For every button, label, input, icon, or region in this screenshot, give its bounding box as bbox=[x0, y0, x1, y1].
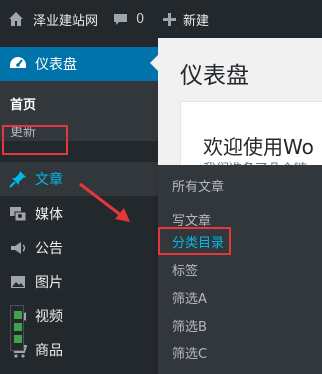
current-menu-arrow bbox=[150, 55, 158, 71]
flyout-item-filter-a[interactable]: 筛选A bbox=[172, 288, 207, 307]
plus-icon bbox=[163, 12, 176, 26]
comment-icon bbox=[114, 13, 127, 25]
site-name-link[interactable]: 泽业建站网 bbox=[8, 0, 98, 38]
comments-link[interactable]: 0 bbox=[113, 0, 144, 38]
sidebar-item-images[interactable]: 图片 bbox=[0, 265, 158, 299]
submenu-pointer bbox=[150, 170, 158, 186]
flyout-item-filter-c[interactable]: 筛选C bbox=[172, 343, 207, 362]
annotation-box-posts bbox=[2, 125, 68, 155]
annotation-box-categories bbox=[158, 227, 231, 255]
posts-flyout-menu: 所有文章 写文章 分类目录 标签 筛选A 筛选B 筛选C bbox=[158, 165, 322, 374]
pin-icon bbox=[8, 169, 28, 189]
new-content-link[interactable]: 新建 bbox=[163, 0, 209, 38]
admin-bar: 泽业建站网 0 新建 bbox=[0, 0, 322, 38]
new-label: 新建 bbox=[183, 13, 210, 29]
sidebar-item-dashboard[interactable]: 仪表盘 bbox=[0, 47, 158, 81]
sidebar-item-label: 商品 bbox=[35, 343, 63, 359]
flyout-item-filter-b[interactable]: 筛选B bbox=[172, 316, 207, 335]
sidebar-item-label: 公告 bbox=[35, 241, 63, 257]
page-title: 仪表盘 bbox=[180, 63, 249, 89]
sidebar-item-label: 图片 bbox=[35, 275, 63, 291]
sidebar-item-label: 仪表盘 bbox=[35, 57, 77, 73]
megaphone-icon bbox=[8, 238, 28, 258]
sidebar-item-notice[interactable]: 公告 bbox=[0, 231, 158, 265]
welcome-title: 欢迎使用Wo bbox=[203, 135, 314, 159]
submenu-home[interactable]: 首页 bbox=[10, 94, 36, 113]
sidebar-item-label: 文章 bbox=[35, 172, 63, 188]
site-name: 泽业建站网 bbox=[33, 13, 99, 29]
dashboard-icon bbox=[8, 54, 28, 74]
flyout-item-all-posts[interactable]: 所有文章 bbox=[172, 176, 224, 195]
home-icon bbox=[9, 12, 23, 26]
sidebar-item-label: 视频 bbox=[35, 309, 63, 325]
media-icon bbox=[8, 204, 28, 224]
annotation-arrow bbox=[79, 182, 130, 222]
flyout-item-tags[interactable]: 标签 bbox=[172, 260, 198, 279]
comment-count: 0 bbox=[136, 11, 145, 27]
level-indicator bbox=[10, 305, 24, 351]
sidebar-item-label: 媒体 bbox=[35, 207, 63, 223]
image-icon bbox=[8, 272, 28, 292]
